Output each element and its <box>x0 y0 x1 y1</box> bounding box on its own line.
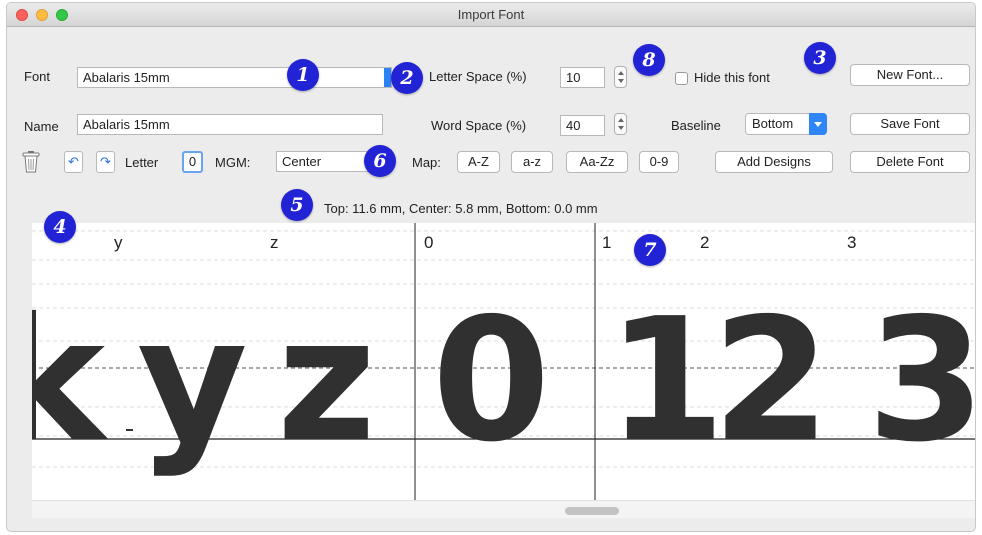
glyph-2[interactable]: 2 <box>712 282 830 480</box>
glyph-preview-canvas[interactable]: y z 0 1 2 3 k y z 0 1 2 3 <box>32 223 976 500</box>
mgm-label: MGM: <box>215 155 251 170</box>
add-designs-button[interactable]: Add Designs <box>715 151 833 173</box>
letter-label: Letter <box>125 155 159 170</box>
mgm-input[interactable]: Center <box>276 151 372 172</box>
map-az-lower-button[interactable]: a-z <box>511 151 553 173</box>
baseline-label: Baseline <box>671 118 721 133</box>
glyph-k[interactable]: k <box>32 282 109 480</box>
glyph-z[interactable]: z <box>277 282 376 480</box>
letter-input[interactable]: 0 <box>182 151 203 173</box>
name-input[interactable]: Abalaris 15mm <box>77 114 383 135</box>
letter-space-label: Letter Space (%) <box>429 69 527 84</box>
measurements-text: Top: 11.6 mm, Center: 5.8 mm, Bottom: 0.… <box>324 201 598 216</box>
horizontal-scrollbar[interactable] <box>32 500 975 518</box>
glyph-label-2: 2 <box>700 233 709 252</box>
baseline-select-value: Bottom <box>752 116 794 131</box>
callout-8: 8 <box>633 44 665 76</box>
word-space-label: Word Space (%) <box>431 118 527 133</box>
font-combobox-value: Abalaris 15mm <box>83 70 170 85</box>
new-font-button[interactable]: New Font... <box>850 64 970 86</box>
redo-icon[interactable]: ↷ <box>96 151 115 173</box>
title-bar: Import Font <box>7 3 975 27</box>
callout-6: 6 <box>364 145 396 177</box>
chevron-down-icon[interactable] <box>809 113 827 135</box>
glyph-label-0: 0 <box>424 233 433 252</box>
save-font-button[interactable]: Save Font <box>850 113 970 135</box>
map-az-upper-button[interactable]: A-Z <box>457 151 500 173</box>
callout-5: 5 <box>281 189 313 221</box>
glyph-3[interactable]: 3 <box>867 282 976 480</box>
glyph-0[interactable]: 0 <box>432 282 550 480</box>
glyph-label-1: 1 <box>602 233 611 252</box>
font-label: Font <box>24 69 51 84</box>
scrollbar-thumb[interactable] <box>565 507 619 515</box>
callout-3: 3 <box>804 42 836 74</box>
letter-space-stepper[interactable] <box>614 66 627 88</box>
trash-icon[interactable] <box>21 150 41 174</box>
word-space-input[interactable]: 40 <box>560 115 605 136</box>
undo-icon[interactable]: ↶ <box>64 151 83 173</box>
callout-1: 1 <box>287 59 319 91</box>
baseline-select[interactable]: Bottom <box>745 113 827 135</box>
hide-font-checkbox[interactable] <box>675 72 688 85</box>
map-digits-button[interactable]: 0-9 <box>639 151 679 173</box>
map-label: Map: <box>412 155 441 170</box>
name-label: Name <box>24 119 59 134</box>
glyph-1[interactable]: 1 <box>607 282 725 480</box>
hide-font-label: Hide this font <box>694 70 770 85</box>
window-title: Import Font <box>457 7 525 22</box>
font-combobox[interactable]: Abalaris 15mm <box>77 67 392 88</box>
import-font-window: Import Font Font Abalaris 15mm Letter Sp… <box>6 2 976 532</box>
delete-font-button[interactable]: Delete Font <box>850 151 970 173</box>
callout-7: 7 <box>634 234 666 266</box>
callout-4: 4 <box>44 211 76 243</box>
letter-space-input[interactable]: 10 <box>560 67 605 88</box>
glyph-y[interactable]: y <box>137 282 248 480</box>
glyph-label-3: 3 <box>847 233 856 252</box>
glyph-label-y: y <box>114 233 123 252</box>
glyph-label-z: z <box>270 233 279 252</box>
glyph-preview-svg: y z 0 1 2 3 k y z 0 1 2 3 <box>32 223 976 500</box>
word-space-stepper[interactable] <box>614 113 627 135</box>
callout-2: 2 <box>391 62 423 94</box>
map-aazz-button[interactable]: Aa-Zz <box>566 151 628 173</box>
